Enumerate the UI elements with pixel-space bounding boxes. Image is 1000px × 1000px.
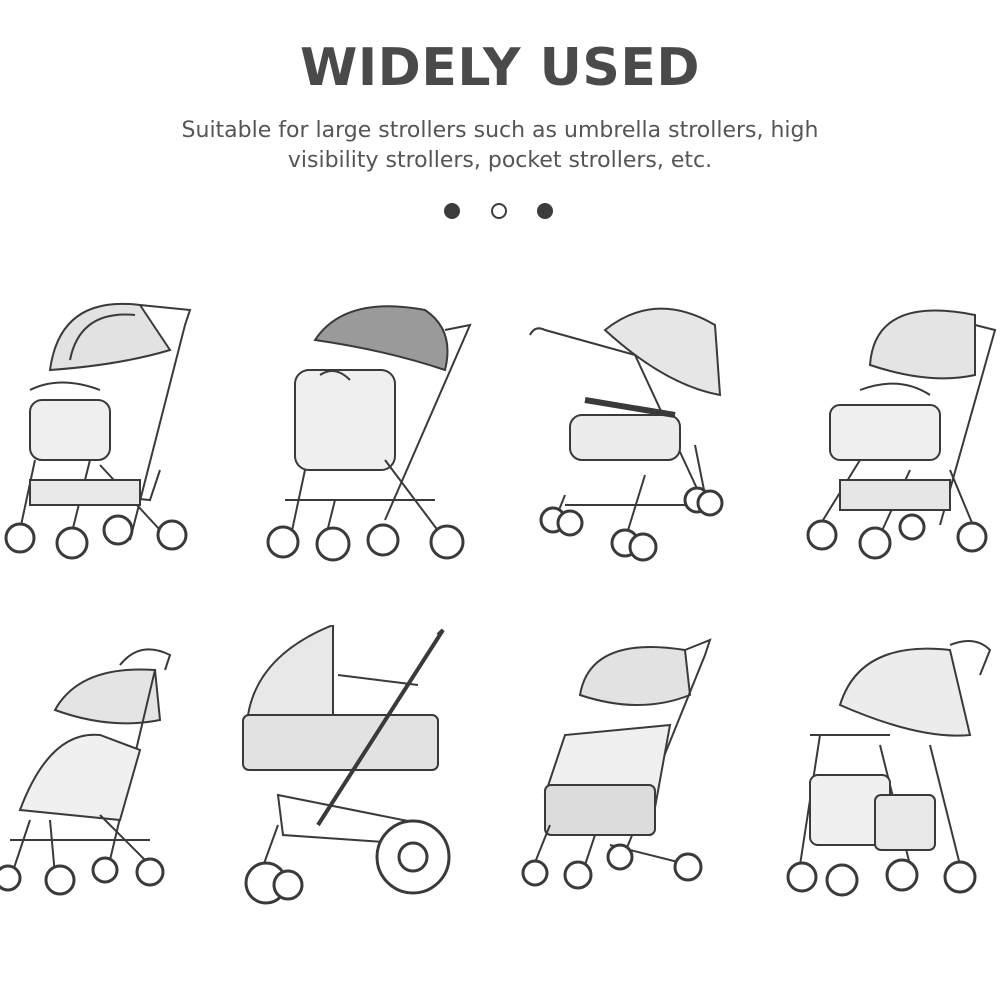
carousel-indicator — [444, 202, 556, 220]
stroller-sketch-icon — [786, 640, 992, 897]
stroller-image-5 — [0, 640, 200, 920]
page-title: WIDELY USED — [299, 38, 701, 98]
stroller-sketch-icon — [806, 309, 997, 560]
stroller-image-4 — [800, 295, 1000, 575]
stroller-sketch-icon — [4, 302, 192, 560]
indicator-dot[interactable] — [444, 203, 460, 219]
pram-sketch-icon — [242, 625, 451, 905]
stroller-image-1 — [0, 290, 200, 570]
stroller-sketch-icon — [529, 307, 724, 562]
stroller-image-3 — [525, 295, 725, 575]
page-subtitle: Suitable for large strollers such as umb… — [181, 118, 819, 173]
stroller-image-7 — [520, 635, 720, 915]
stroller-image-8 — [780, 635, 992, 915]
stroller-image-2 — [265, 290, 472, 570]
pram-image — [238, 625, 451, 905]
indicator-dot[interactable] — [537, 203, 553, 219]
stroller-sketch-icon — [266, 305, 472, 562]
stroller-sketch-icon — [521, 638, 712, 890]
indicator-dot-active[interactable] — [491, 203, 507, 219]
stroller-sketch-icon — [0, 648, 172, 896]
